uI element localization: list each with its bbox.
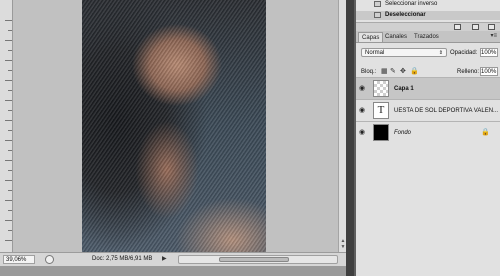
history-item[interactable]: Seleccionar inverso: [356, 0, 500, 9]
history-item-label: Seleccionar inverso: [385, 1, 438, 7]
tab-channels[interactable]: Canales: [382, 32, 410, 42]
status-bar: 39,06% Doc: 2,75 MB/6,91 MB ▶: [0, 252, 346, 267]
lock-all-icon[interactable]: 🔒: [410, 67, 419, 76]
window-bottom-edge: [0, 266, 346, 276]
eye-icon[interactable]: ◉: [359, 128, 365, 137]
history-item-label: Deseleccionar: [385, 12, 426, 18]
opacity-field[interactable]: 100%: [480, 48, 498, 57]
blend-mode-value: Normal: [365, 50, 385, 56]
canvas-image[interactable]: [82, 0, 266, 252]
history-item-selected[interactable]: Deseleccionar: [356, 11, 500, 20]
history-panel: Seleccionar inverso Deseleccionar: [356, 0, 500, 22]
layer-thumbnail: [373, 80, 389, 97]
layer-name: Fondo: [394, 130, 412, 136]
chevron-down-icon: ⇕: [438, 50, 443, 56]
layer-name: UESTA DE SOL DEPORTIVA VALEN...: [394, 108, 499, 114]
lock-transparency-icon[interactable]: ▦: [381, 67, 388, 76]
document-size: Doc: 2,75 MB/6,91 MB: [92, 256, 153, 262]
layers-panel: Capas Canales Trazados ▾≡ Normal ⇕ Opaci…: [356, 31, 500, 276]
panel-menu-icon[interactable]: ▾≡: [490, 32, 497, 41]
horizontal-scrollbar[interactable]: [178, 255, 338, 264]
layer-row-text[interactable]: ◉ T UESTA DE SOL DEPORTIVA VALEN...: [356, 99, 500, 121]
status-info-icon[interactable]: [45, 255, 54, 264]
lock-position-icon[interactable]: ✥: [400, 67, 406, 76]
trash-icon[interactable]: [488, 24, 495, 30]
opacity-label: Opacidad:: [450, 50, 478, 56]
lock-label: Bloq.:: [361, 69, 377, 75]
history-state-icon: [374, 1, 381, 7]
fill-field[interactable]: 100%: [480, 67, 498, 76]
tab-paths[interactable]: Trazados: [411, 32, 442, 42]
layer-row-capa-1[interactable]: ◉ Capa 1: [356, 77, 500, 99]
layers-empty-area: [356, 166, 500, 276]
tab-layers[interactable]: Capas: [358, 32, 384, 42]
scroll-thumb[interactable]: [219, 257, 289, 262]
layer-name: Capa 1: [394, 86, 414, 92]
history-state-icon: [374, 12, 381, 18]
new-document-from-state-icon[interactable]: [454, 24, 461, 30]
lock-icon: 🔒: [481, 129, 490, 136]
eye-icon[interactable]: ◉: [359, 106, 365, 115]
fill-label: Relleno:: [457, 69, 480, 75]
panel-tabs: Capas Canales Trazados ▾≡: [356, 31, 500, 43]
text-layer-thumbnail: T: [373, 102, 389, 119]
snapshot-icon[interactable]: [472, 24, 479, 30]
dock-separator: [346, 0, 354, 276]
lock-pixels-icon[interactable]: ✎: [390, 67, 396, 76]
zoom-field[interactable]: 39,06%: [3, 255, 35, 264]
layer-thumbnail: [373, 124, 389, 141]
canvas-area[interactable]: [13, 0, 346, 252]
eye-icon[interactable]: ◉: [359, 84, 365, 93]
vertical-ruler: [0, 0, 13, 252]
document-window: ▲ ▼ 39,06% Doc: 2,75 MB/6,91 MB ▶: [0, 0, 347, 276]
blend-mode-select[interactable]: Normal ⇕: [361, 48, 447, 57]
triangle-right-icon[interactable]: ▶: [162, 255, 167, 264]
layer-row-fondo[interactable]: ◉ Fondo 🔒: [356, 121, 500, 143]
